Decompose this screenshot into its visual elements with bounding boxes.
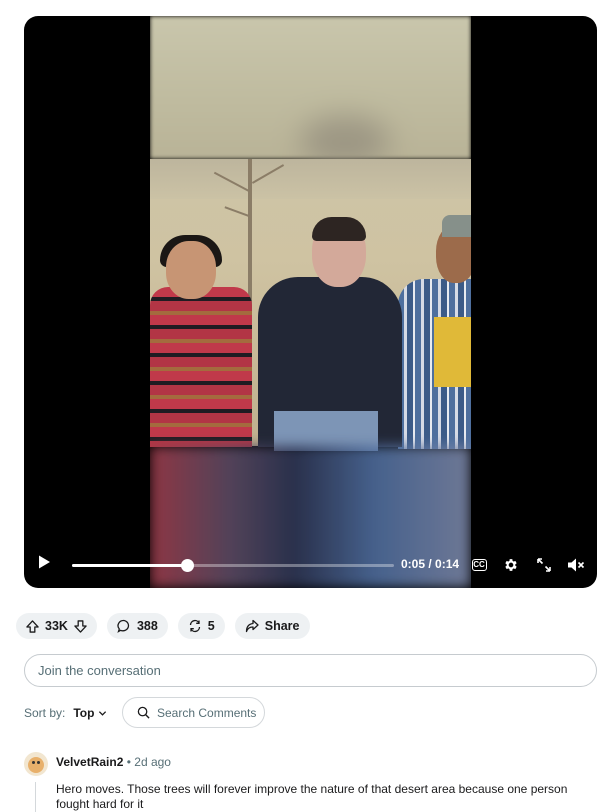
post-action-bar: 33K 388 5 Share: [16, 613, 310, 639]
comment-bubble-icon: [117, 619, 131, 633]
video-blurred-top: [150, 16, 471, 166]
comment-count: 388: [136, 619, 158, 633]
muted-icon[interactable]: [565, 554, 587, 576]
vote-count: 33K: [45, 619, 68, 633]
video-player[interactable]: 0:05 / 0:14 CC: [24, 16, 597, 588]
comment-author[interactable]: VelvetRain2: [56, 755, 123, 769]
time-separator: /: [425, 557, 436, 571]
seek-bar-handle[interactable]: [180, 559, 194, 572]
fullscreen-icon[interactable]: [533, 554, 555, 576]
duration: 0:14: [435, 557, 460, 571]
sort-control: Sort by: Top: [24, 697, 107, 729]
comment-age: 2d ago: [134, 755, 171, 769]
crosspost-icon: [188, 619, 202, 633]
chevron-down-icon: [99, 710, 107, 716]
seek-bar[interactable]: [72, 559, 394, 572]
share-button[interactable]: Share: [234, 613, 310, 639]
downvote-icon[interactable]: [74, 619, 87, 633]
search-icon: [137, 706, 150, 719]
video-frame[interactable]: [150, 16, 471, 588]
comment-body: Hero moves. Those trees will forever imp…: [56, 782, 568, 811]
captions-icon[interactable]: CC: [468, 554, 490, 576]
sort-value: Top: [73, 706, 95, 720]
thread-line[interactable]: [35, 782, 36, 812]
playback-time: 0:05 / 0:14: [401, 557, 459, 571]
seek-bar-progress: [72, 564, 187, 567]
avatar[interactable]: [24, 752, 48, 776]
current-time: 0:05: [401, 557, 426, 571]
search-comments-label: Search Comments: [157, 705, 257, 720]
meta-separator: •: [126, 755, 131, 769]
crosspost-button[interactable]: 5: [177, 613, 225, 639]
crosspost-count: 5: [207, 619, 215, 633]
share-label: Share: [264, 619, 300, 633]
play-icon[interactable]: [36, 554, 56, 574]
search-comments-button[interactable]: Search Comments: [122, 697, 265, 728]
sort-dropdown[interactable]: Top: [73, 706, 107, 720]
comment-input[interactable]: Join the conversation: [24, 654, 597, 687]
settings-icon[interactable]: [500, 554, 522, 576]
player-controls: 0:05 / 0:14 CC: [24, 542, 597, 588]
comments-button[interactable]: 388: [106, 613, 168, 639]
upvote-icon[interactable]: [26, 619, 39, 633]
share-icon: [245, 619, 259, 633]
sort-label: Sort by:: [24, 706, 66, 720]
video-scene: [150, 159, 471, 451]
comment-meta: VelvetRain2 • 2d ago: [56, 755, 171, 769]
vote-control: 33K: [16, 613, 97, 639]
